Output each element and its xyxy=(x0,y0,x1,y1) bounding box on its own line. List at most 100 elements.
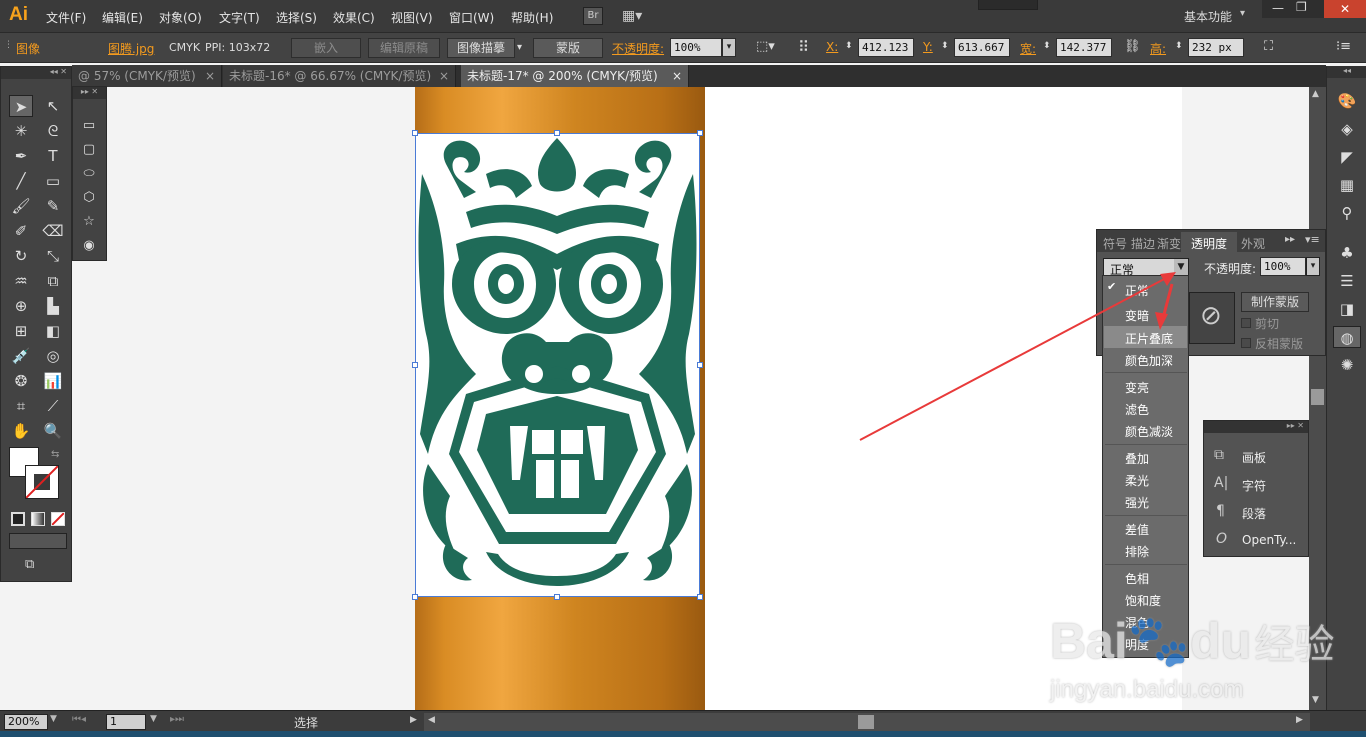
control-menu-icon[interactable]: ⁝≡ xyxy=(1336,39,1351,54)
rotate-tool-icon[interactable]: ↻ xyxy=(9,245,33,267)
shape-builder-tool-icon[interactable]: ⊕ xyxy=(9,295,33,317)
pencil-tool-icon[interactable]: ✎ xyxy=(41,195,65,217)
brushes-icon[interactable]: ⚲ xyxy=(1335,202,1359,224)
tools-collapse-icon[interactable]: ◂◂ ✕ xyxy=(1,67,71,79)
placed-image-selection[interactable] xyxy=(415,133,700,597)
panel-character[interactable]: 字符 xyxy=(1242,477,1266,494)
arrange-docs-icon[interactable]: ▦▾ xyxy=(622,8,642,24)
minimize-icon[interactable]: — xyxy=(1272,1,1284,15)
close-tab-icon[interactable]: × xyxy=(205,65,215,87)
selection-handle[interactable] xyxy=(554,130,560,136)
blend-option[interactable]: 正片叠底 xyxy=(1125,330,1173,347)
character-icon[interactable]: A| xyxy=(1214,475,1228,491)
tab-doc-3[interactable]: 未标题-17* @ 200% (CMYK/预览) × xyxy=(461,65,689,87)
blend-option[interactable]: 滤色 xyxy=(1125,401,1149,418)
eraser-tool-icon[interactable]: ⌫ xyxy=(41,220,65,242)
blend-option[interactable]: 柔光 xyxy=(1125,472,1149,489)
blend-option[interactable]: 排除 xyxy=(1125,543,1149,560)
restore-icon[interactable]: ❐ xyxy=(1296,0,1307,14)
scroll-thumb[interactable] xyxy=(1311,389,1324,405)
height-stepper-icon[interactable]: ⬍ xyxy=(1175,41,1183,51)
blend-option[interactable]: 颜色加深 xyxy=(1125,352,1173,369)
transform-panel-icon[interactable]: ⛶ xyxy=(1264,39,1273,54)
mask-button[interactable]: 蒙版 xyxy=(533,38,603,58)
opacity-input[interactable]: 100% xyxy=(670,38,722,57)
paragraph-icon[interactable]: ¶ xyxy=(1216,503,1225,519)
y-input[interactable]: 613.667 xyxy=(954,38,1010,57)
selection-tool-icon[interactable]: ➤ xyxy=(9,95,33,117)
dock-collapse-icon[interactable]: ◂◂ xyxy=(1327,66,1366,78)
tab-stroke[interactable]: 描边 xyxy=(1131,235,1155,252)
layers-icon[interactable]: ◈ xyxy=(1335,118,1359,140)
width-label[interactable]: 宽: xyxy=(1020,40,1036,57)
menu-object[interactable]: 对象(O) xyxy=(159,9,202,26)
height-label[interactable]: 高: xyxy=(1150,40,1166,57)
width-stepper-icon[interactable]: ⬍ xyxy=(1043,41,1051,51)
magic-wand-tool-icon[interactable]: ✳ xyxy=(9,120,33,142)
horizontal-scrollbar[interactable]: ◀ ▶ xyxy=(424,713,1310,731)
side-panel-header-icon[interactable]: ▸▸ ✕ xyxy=(1204,421,1308,433)
make-mask-button[interactable]: 制作蒙版 xyxy=(1241,292,1309,312)
rectangle-icon[interactable]: ▭ xyxy=(77,115,101,137)
menu-window[interactable]: 窗口(W) xyxy=(449,9,494,26)
selection-handle[interactable] xyxy=(412,362,418,368)
blend-option[interactable]: 正常 xyxy=(1125,282,1149,299)
close-tab-icon[interactable]: × xyxy=(439,65,449,87)
width-input[interactable]: 142.377 xyxy=(1056,38,1112,57)
blend-option[interactable]: 差值 xyxy=(1125,521,1149,538)
none-mode-icon[interactable] xyxy=(51,512,65,526)
artboard-number-input[interactable]: 1 xyxy=(106,714,146,730)
selection-handle[interactable] xyxy=(554,594,560,600)
star-icon[interactable]: ☆ xyxy=(77,211,101,233)
draw-mode-icons[interactable] xyxy=(9,533,67,549)
gradient-mode-icon[interactable] xyxy=(31,512,45,526)
blend-option[interactable]: 叠加 xyxy=(1125,450,1149,467)
menu-help[interactable]: 帮助(H) xyxy=(511,9,553,26)
color-mode-icon[interactable] xyxy=(11,512,25,526)
next-page-icon[interactable]: ▸⏭ xyxy=(170,714,184,725)
x-input[interactable]: 412.123 xyxy=(858,38,914,57)
stroke-icon[interactable]: ☰ xyxy=(1335,270,1359,292)
panel-opentype[interactable]: OpenTy... xyxy=(1242,533,1296,547)
eyedropper-tool-icon[interactable]: 💉 xyxy=(9,345,33,367)
mesh-tool-icon[interactable]: ⊞ xyxy=(9,320,33,342)
graph-tool-icon[interactable]: 📊 xyxy=(41,370,65,392)
pen-tool-icon[interactable]: ✒ xyxy=(9,145,33,167)
page-dropdown-icon[interactable]: ▼ xyxy=(150,714,157,724)
tab-appearance[interactable]: 外观 xyxy=(1241,235,1265,252)
polygon-icon[interactable]: ⬡ xyxy=(77,187,101,209)
color-guide-icon[interactable]: 🎨 xyxy=(1335,90,1359,112)
selection-handle[interactable] xyxy=(412,130,418,136)
menu-edit[interactable]: 编辑(E) xyxy=(102,9,143,26)
panel-opacity-input[interactable]: 100% xyxy=(1260,257,1306,276)
workspace-switcher[interactable]: 基本功能 xyxy=(1184,8,1232,25)
blob-brush-tool-icon[interactable]: ✐ xyxy=(9,220,33,242)
transparency-icon[interactable]: ◍ xyxy=(1333,326,1361,348)
scroll-down-icon[interactable]: ▼ xyxy=(1312,695,1319,705)
selection-handle[interactable] xyxy=(697,130,703,136)
constrain-link-icon[interactable]: ⛓ xyxy=(1124,39,1141,54)
blend-tool-icon[interactable]: ◎ xyxy=(41,345,65,367)
line-tool-icon[interactable]: ╱ xyxy=(9,170,33,192)
gradient-swatch-icon[interactable]: ◨ xyxy=(1335,298,1359,320)
status-menu-icon[interactable]: ▶ xyxy=(410,715,417,725)
height-input[interactable]: 232 px xyxy=(1188,38,1244,57)
swap-colors-icon[interactable]: ⇆ xyxy=(51,449,59,460)
symbols-icon[interactable]: ♣ xyxy=(1335,242,1359,264)
blend-option[interactable]: 强光 xyxy=(1125,494,1149,511)
appearance-icon[interactable]: ✺ xyxy=(1335,354,1359,376)
free-transform-tool-icon[interactable]: ⧉ xyxy=(41,270,65,292)
artboard-tool-icon[interactable]: ⌗ xyxy=(9,395,33,417)
type-tool-icon[interactable]: T xyxy=(41,145,65,167)
panel-opacity-dropdown-icon[interactable]: ▾ xyxy=(1306,257,1320,276)
x-stepper-icon[interactable]: ⬍ xyxy=(845,41,853,51)
symbol-sprayer-tool-icon[interactable]: ❂ xyxy=(9,370,33,392)
clip-checkbox[interactable] xyxy=(1241,318,1251,328)
rectangle-tool-icon[interactable]: ▭ xyxy=(41,170,65,192)
scale-tool-icon[interactable]: ⤡ xyxy=(41,245,65,267)
edit-original-button[interactable]: 编辑原稿 xyxy=(368,38,440,58)
opacity-dropdown-icon[interactable]: ▾ xyxy=(722,38,736,57)
artboards-icon[interactable]: ⧉ xyxy=(1214,447,1224,463)
invert-mask-checkbox[interactable] xyxy=(1241,338,1251,348)
screen-mode-icon[interactable]: ⧉ xyxy=(25,557,47,573)
